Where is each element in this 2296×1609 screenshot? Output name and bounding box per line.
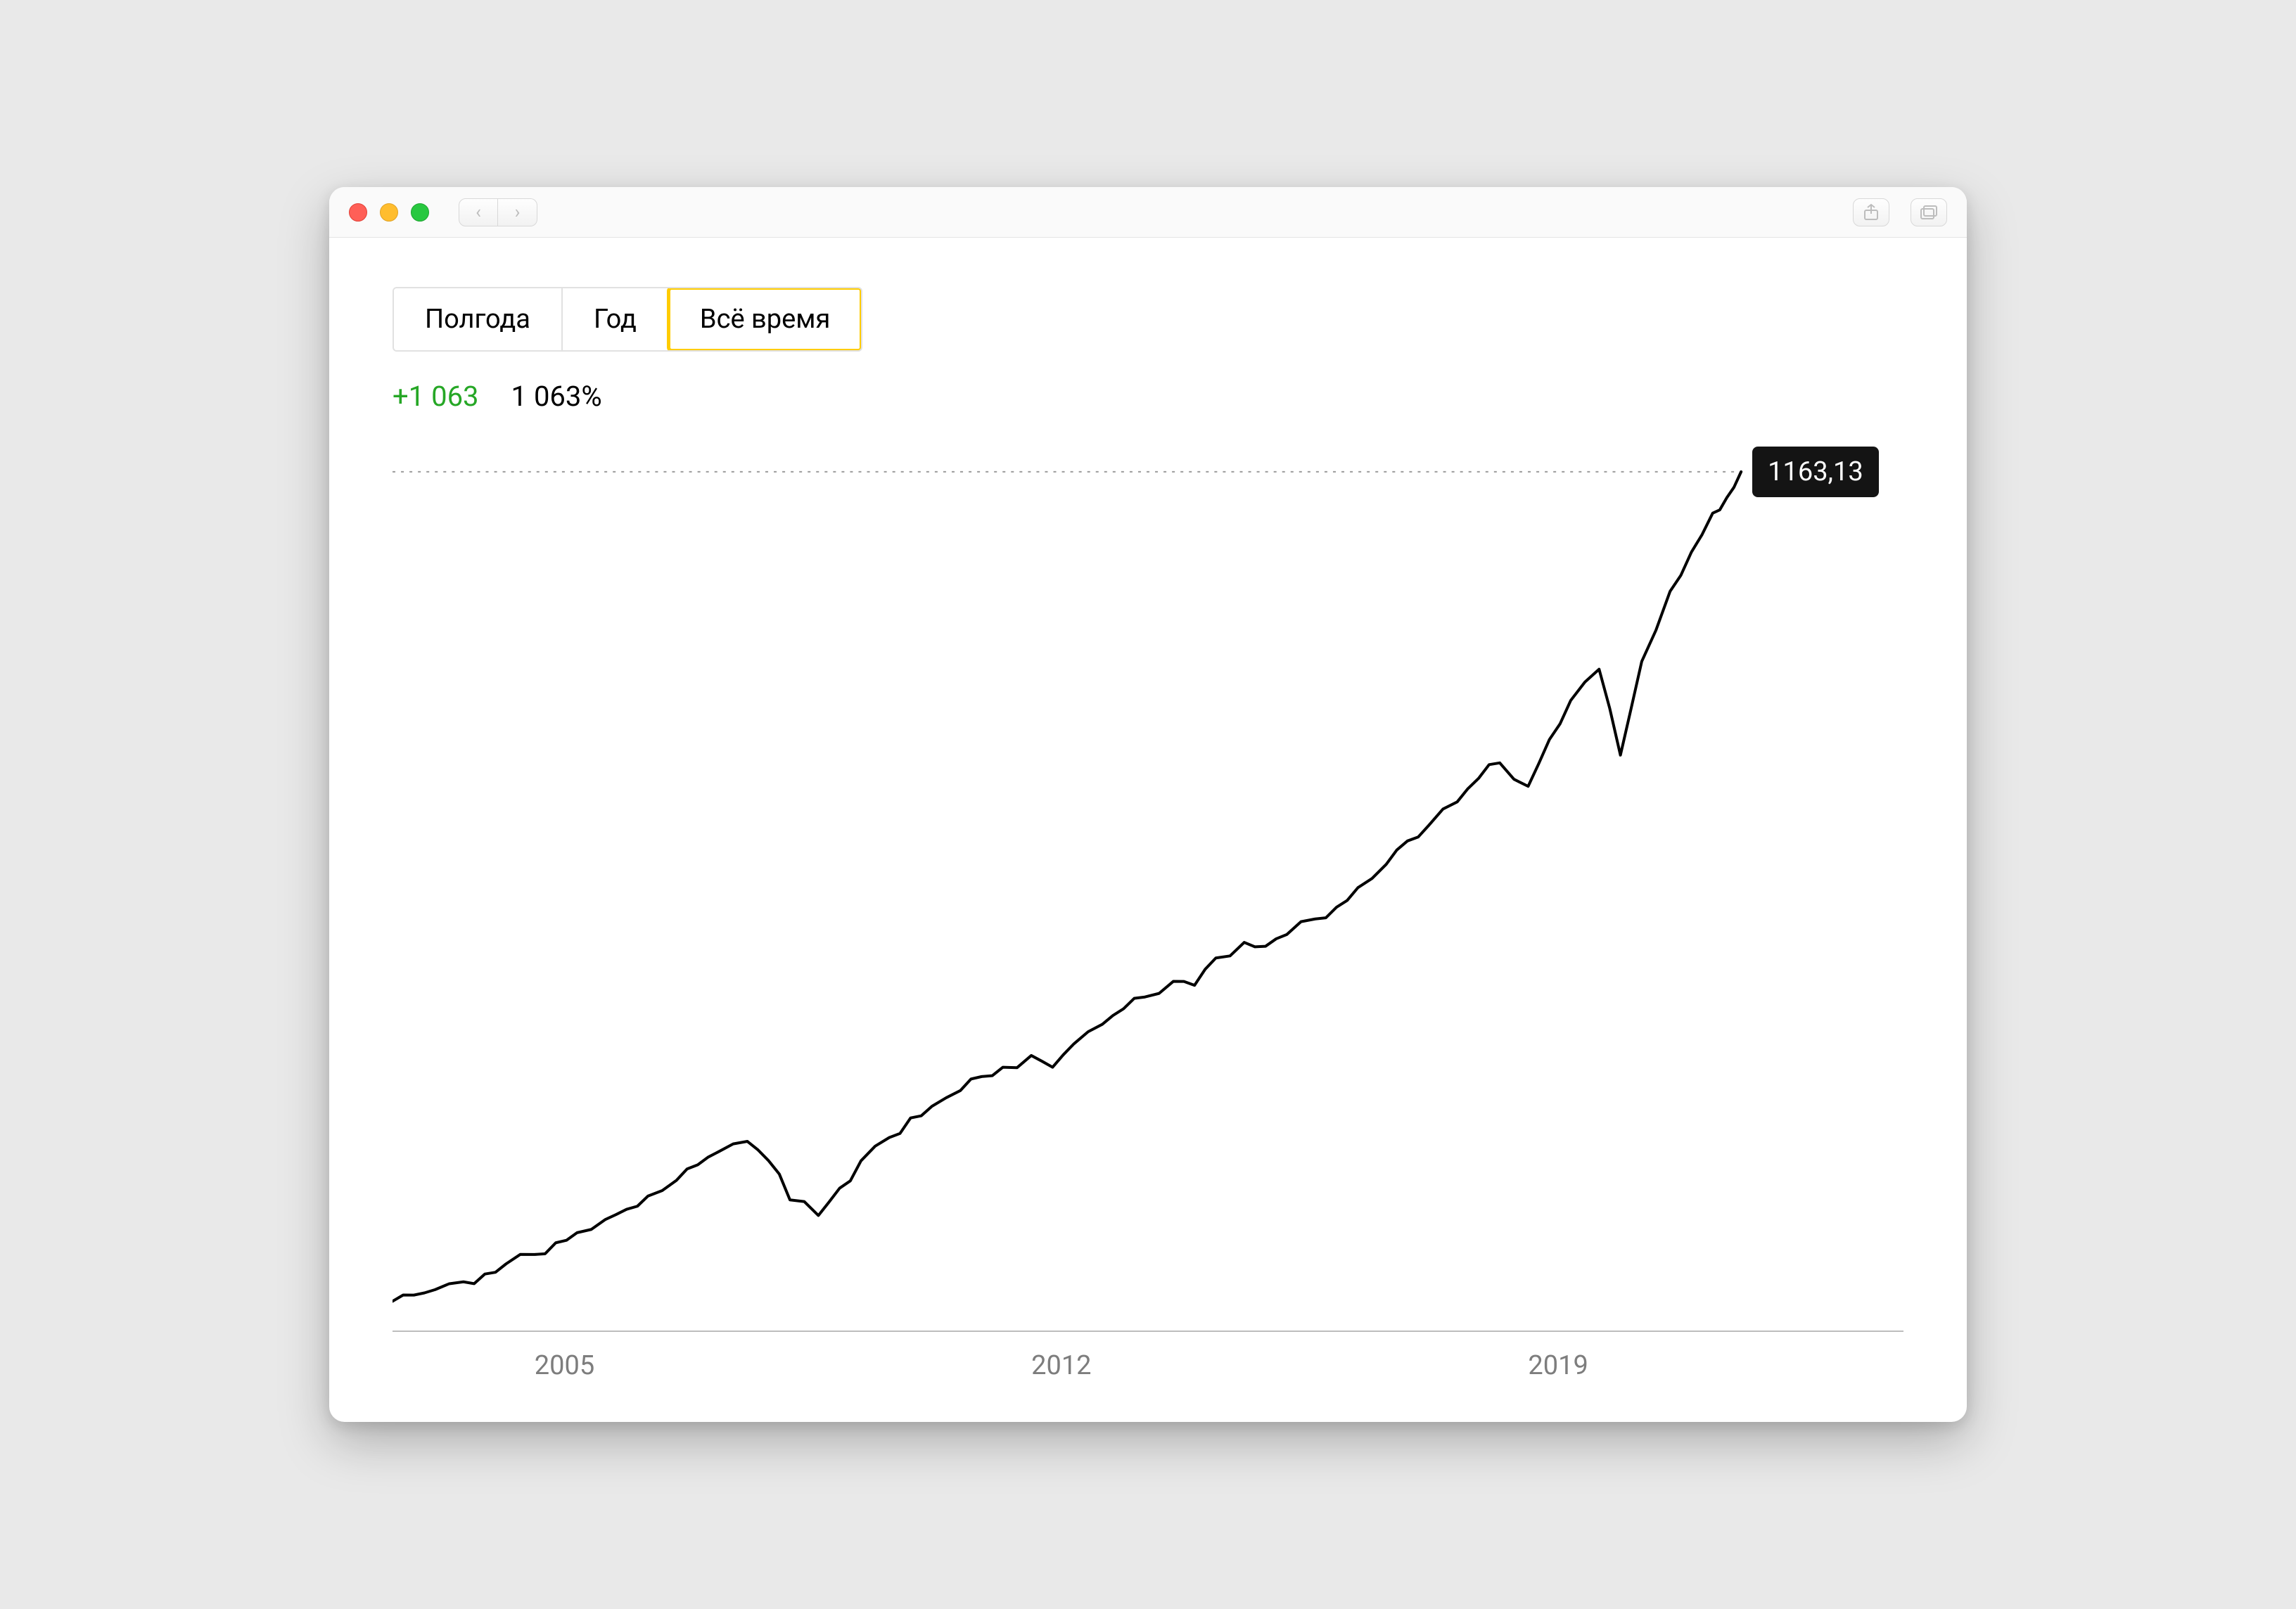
content: ПолгодаГодВсё время +1 063 1 063% 1163,1… [329, 238, 1967, 1422]
range-tab-2[interactable]: Всё время [669, 288, 861, 350]
nav-back-button[interactable]: ‹ [459, 198, 498, 226]
zoom-icon[interactable] [411, 203, 429, 222]
change-absolute: +1 063 [393, 380, 479, 413]
tabs-button[interactable] [1911, 198, 1947, 226]
minimize-icon[interactable] [380, 203, 398, 222]
current-value-text: 1163,13 [1768, 456, 1863, 487]
titlebar: ‹ › [329, 187, 1967, 238]
share-button[interactable] [1853, 198, 1889, 226]
nav-buttons: ‹ › [459, 198, 537, 226]
change-percent: 1 063% [511, 380, 602, 413]
share-icon [1863, 203, 1880, 222]
range-tab-1[interactable]: Год [563, 288, 669, 350]
line-chart-svg [393, 441, 1903, 1316]
current-value-badge: 1163,13 [1752, 447, 1879, 497]
chevron-right-icon: › [515, 202, 521, 223]
chart: 1163,13 [393, 441, 1903, 1316]
tabs-icon [1920, 205, 1938, 220]
chevron-left-icon: ‹ [476, 202, 481, 223]
window-controls [349, 203, 429, 222]
range-tabs: ПолгодаГодВсё время [393, 287, 862, 352]
nav-forward-button[interactable]: › [498, 198, 537, 226]
stats-row: +1 063 1 063% [393, 380, 1903, 413]
x-tick: 2005 [535, 1350, 594, 1381]
price-line [393, 472, 1741, 1302]
x-tick: 2019 [1528, 1350, 1588, 1381]
range-tab-0[interactable]: Полгода [394, 288, 563, 350]
app-window: ‹ › ПолгодаГодВсё время +1 063 1 063% [329, 187, 1967, 1422]
close-icon[interactable] [349, 203, 367, 222]
x-tick: 2012 [1031, 1350, 1091, 1381]
x-axis: 2005 2012 2019 [393, 1331, 1903, 1380]
